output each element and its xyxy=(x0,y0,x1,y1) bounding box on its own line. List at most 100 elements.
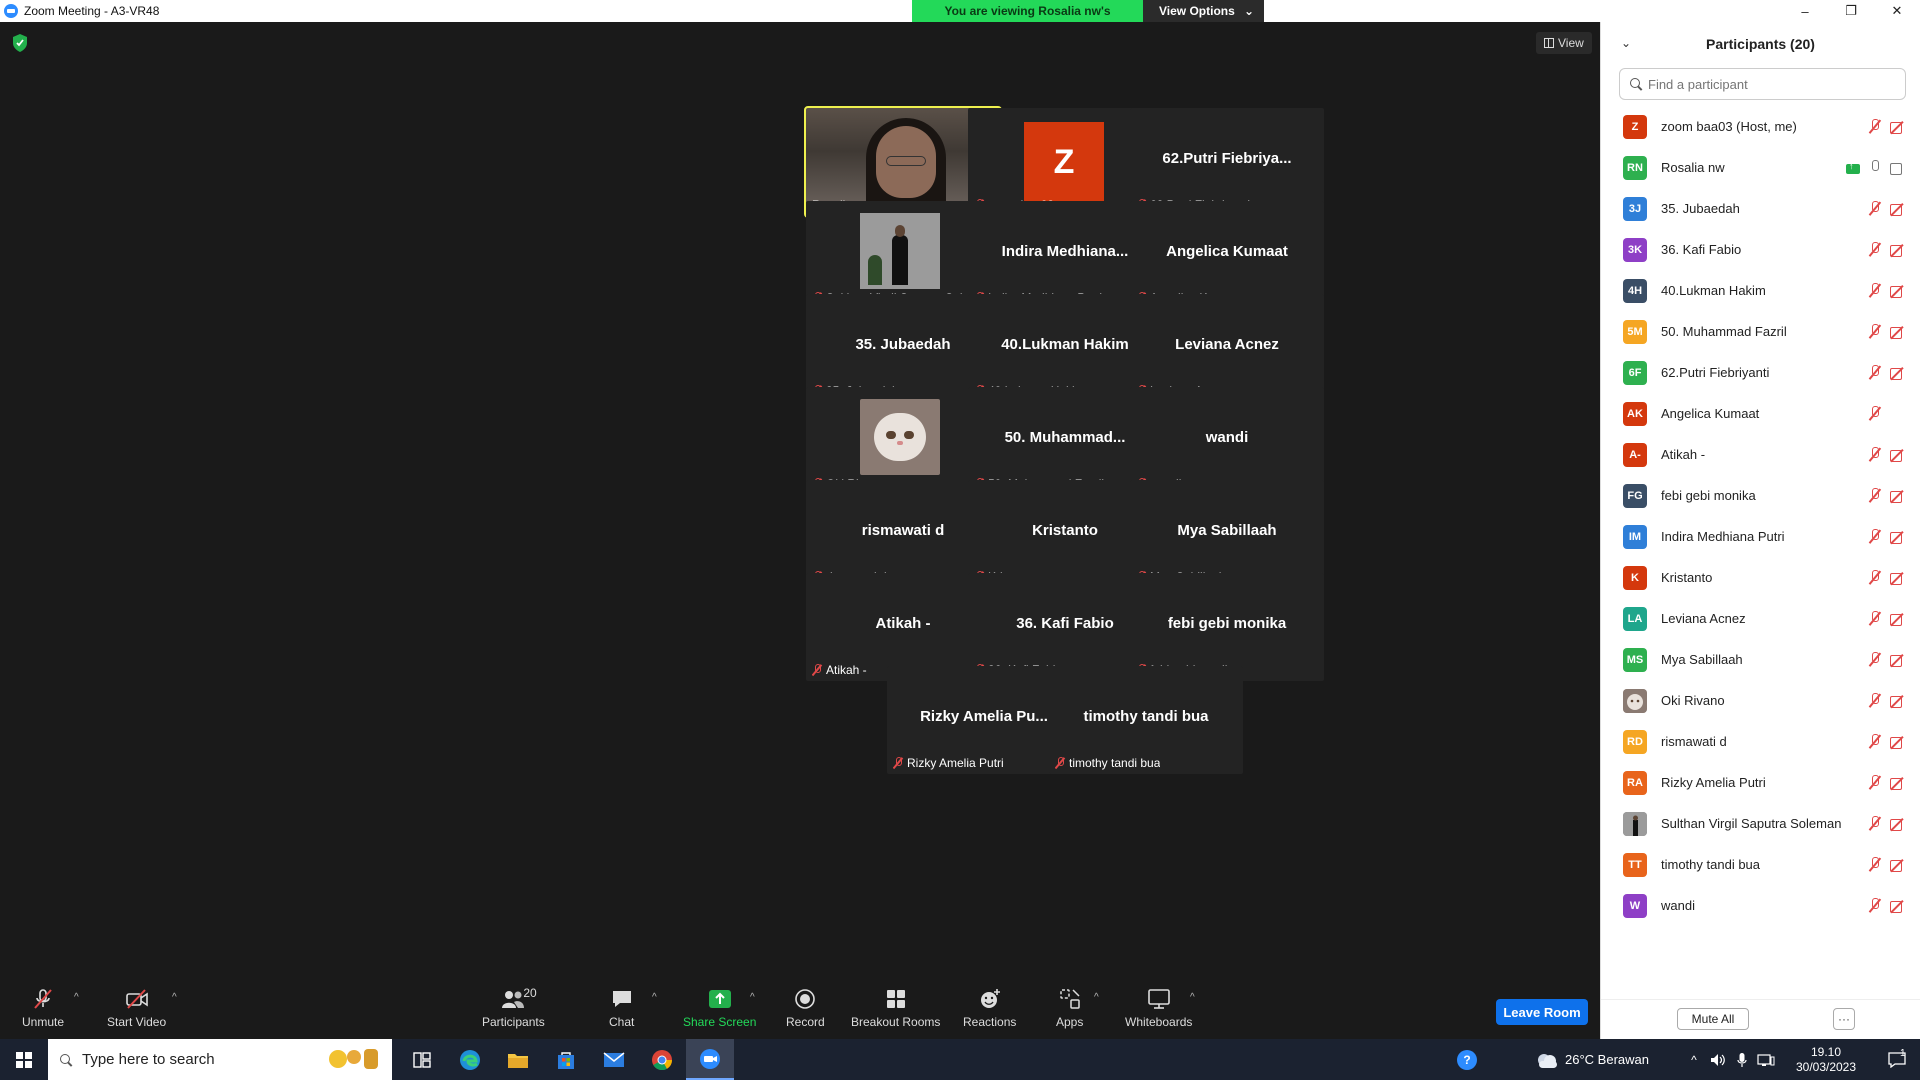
participant-name: Atikah - xyxy=(1661,447,1706,462)
network-icon[interactable] xyxy=(1754,1053,1778,1067)
participant-row[interactable]: 5M 50. Muhammad Fazril xyxy=(1601,311,1920,352)
task-view-icon[interactable] xyxy=(398,1039,446,1080)
participant-status-icons xyxy=(1868,816,1906,832)
participant-row[interactable]: TT timothy tandi bua xyxy=(1601,844,1920,885)
participant-row[interactable]: RD rismawati d xyxy=(1601,721,1920,762)
clock[interactable]: 19.10 30/03/2023 xyxy=(1778,1045,1874,1075)
zoom-app-icon[interactable] xyxy=(686,1039,734,1080)
start-button[interactable] xyxy=(0,1039,48,1080)
apps-options-caret[interactable]: ^ xyxy=(1094,992,1099,1003)
security-shield-icon[interactable] xyxy=(12,34,28,52)
more-options-button[interactable]: ··· xyxy=(1833,1008,1855,1030)
share-options-caret[interactable]: ^ xyxy=(750,992,755,1003)
participant-row[interactable]: K Kristanto xyxy=(1601,557,1920,598)
chat-options-caret[interactable]: ^ xyxy=(652,992,657,1003)
video-tile[interactable]: Mya SabillaahMya Sabillaah xyxy=(1130,480,1324,588)
participant-status-icons xyxy=(1868,775,1906,791)
participant-row[interactable]: Oki Rivano xyxy=(1601,680,1920,721)
participant-status-icons xyxy=(1868,488,1906,504)
video-tile[interactable]: febi gebi monikafebi gebi monika xyxy=(1130,573,1324,681)
speaker-icon[interactable] xyxy=(1706,1053,1730,1067)
participant-row[interactable]: 3K 36. Kafi Fabio xyxy=(1601,229,1920,270)
participant-row[interactable]: 3J 35. Jubaedah xyxy=(1601,188,1920,229)
participant-row[interactable]: Sulthan Virgil Saputra Soleman xyxy=(1601,803,1920,844)
participant-row[interactable]: RN Rosalia nw xyxy=(1601,147,1920,188)
participant-row[interactable]: RA Rizky Amelia Putri xyxy=(1601,762,1920,803)
view-button[interactable]: View xyxy=(1536,32,1592,54)
leave-room-button[interactable]: Leave Room xyxy=(1496,999,1588,1025)
collapse-chevron-icon[interactable]: ⌄ xyxy=(1621,36,1631,50)
mic-muted-icon xyxy=(1868,406,1882,422)
edge-icon[interactable] xyxy=(446,1039,494,1080)
participant-row[interactable]: A- Atikah - xyxy=(1601,434,1920,475)
participant-row[interactable]: Wwandi xyxy=(1601,885,1920,926)
maximize-button[interactable]: ❐ xyxy=(1828,0,1874,22)
unmute-label: Unmute xyxy=(22,1015,65,1029)
participant-row[interactable]: MS Mya Sabillaah xyxy=(1601,639,1920,680)
participant-row[interactable]: 6F 62.Putri Fiebriyanti xyxy=(1601,352,1920,393)
breakout-rooms-button[interactable]: Breakout Rooms xyxy=(851,988,940,1029)
video-tile[interactable]: Leviana AcnezLeviana Acnez xyxy=(1130,294,1324,402)
video-tile[interactable]: timothy tandi bua timothy tandi bua xyxy=(1049,666,1243,774)
reactions-button[interactable]: Reactions xyxy=(963,988,1016,1029)
unmute-button[interactable]: Unmute xyxy=(22,988,64,1029)
chrome-icon[interactable] xyxy=(638,1039,686,1080)
video-tile[interactable]: wandiwandi xyxy=(1130,387,1324,495)
mute-all-button[interactable]: Mute All xyxy=(1677,1008,1749,1030)
weather-widget[interactable]: 26°C Berawan xyxy=(1502,1051,1682,1069)
participant-name: timothy tandi bua xyxy=(1661,857,1761,872)
video-options-caret[interactable]: ^ xyxy=(172,992,177,1003)
chat-button[interactable]: Chat xyxy=(609,988,634,1029)
record-button[interactable]: Record xyxy=(786,988,825,1029)
participant-avatar xyxy=(1623,811,1647,836)
video-off-icon xyxy=(1890,614,1906,626)
meeting-area: View Rosalia nwZzoom baa0362.Putri Fiebr… xyxy=(0,22,1600,982)
tray-overflow-caret-icon[interactable]: ^ xyxy=(1682,1053,1706,1067)
mail-icon[interactable] xyxy=(590,1039,638,1080)
view-label: View xyxy=(1558,36,1584,50)
video-tile[interactable]: Angelica KumaatAngelica Kumaat xyxy=(1130,201,1324,309)
screen-share-icon xyxy=(1846,161,1860,174)
participant-search-input[interactable] xyxy=(1648,76,1888,92)
participant-row[interactable]: LA Leviana Acnez xyxy=(1601,598,1920,639)
audio-options-caret[interactable]: ^ xyxy=(74,992,79,1003)
participant-status-icons xyxy=(1868,652,1906,668)
reactions-icon xyxy=(978,988,1002,1010)
participant-row[interactable]: 4H 40.Lukman Hakim xyxy=(1601,270,1920,311)
whiteboards-button[interactable]: Whiteboards xyxy=(1125,988,1192,1029)
participant-search[interactable] xyxy=(1619,68,1906,100)
video-off-icon xyxy=(1890,450,1906,462)
microphone-icon[interactable] xyxy=(1730,1052,1754,1068)
video-tile[interactable]: 62.Putri Fiebriya...62.Putri Fiebriyanti xyxy=(1130,108,1324,216)
reactions-label: Reactions xyxy=(963,1015,1017,1029)
participant-row[interactable]: FG febi gebi monika xyxy=(1601,475,1920,516)
participant-status-icons xyxy=(1868,201,1906,217)
view-options-button[interactable]: View Options ⌄ xyxy=(1143,0,1264,22)
start-video-button[interactable]: Start Video xyxy=(107,988,166,1029)
participant-row[interactable]: AK Angelica Kumaat xyxy=(1601,393,1920,434)
participant-avatar: 6F xyxy=(1623,360,1647,385)
panel-header: ⌄ Participants (20) xyxy=(1601,22,1920,66)
meeting-toolbar: Unmute ^ Start Video ^ 20 Participants C… xyxy=(0,982,1600,1039)
tile-center-name: wandi xyxy=(1205,429,1249,446)
microsoft-store-icon[interactable] xyxy=(542,1039,590,1080)
participants-button[interactable]: 20 Participants xyxy=(482,986,545,1029)
window-controls: – ❐ ✕ xyxy=(1782,0,1920,22)
participant-name: Sulthan Virgil Saputra Soleman xyxy=(1661,816,1842,831)
panel-title: Participants (20) xyxy=(1706,36,1815,52)
file-explorer-icon[interactable] xyxy=(494,1039,542,1080)
whiteboards-options-caret[interactable]: ^ xyxy=(1190,992,1195,1003)
mic-muted-icon xyxy=(1868,775,1882,791)
mic-muted-icon xyxy=(893,757,903,769)
help-icon[interactable]: ? xyxy=(1432,1049,1502,1071)
participant-row[interactable]: IM Indira Medhiana Putri xyxy=(1601,516,1920,557)
minimize-button[interactable]: – xyxy=(1782,0,1828,22)
chat-label: Chat xyxy=(609,1015,635,1029)
taskbar-search[interactable]: Type here to search xyxy=(48,1039,392,1080)
share-screen-button[interactable]: Share Screen xyxy=(683,988,756,1029)
participant-row[interactable]: Zzoom baa03 (Host, me) xyxy=(1601,106,1920,147)
system-tray: ? 26°C Berawan ^ 19.10 30/03/2023 1 xyxy=(1432,1039,1920,1080)
apps-button[interactable]: Apps xyxy=(1056,988,1083,1029)
notifications-button[interactable]: 1 xyxy=(1874,1048,1920,1068)
close-button[interactable]: ✕ xyxy=(1874,0,1920,22)
